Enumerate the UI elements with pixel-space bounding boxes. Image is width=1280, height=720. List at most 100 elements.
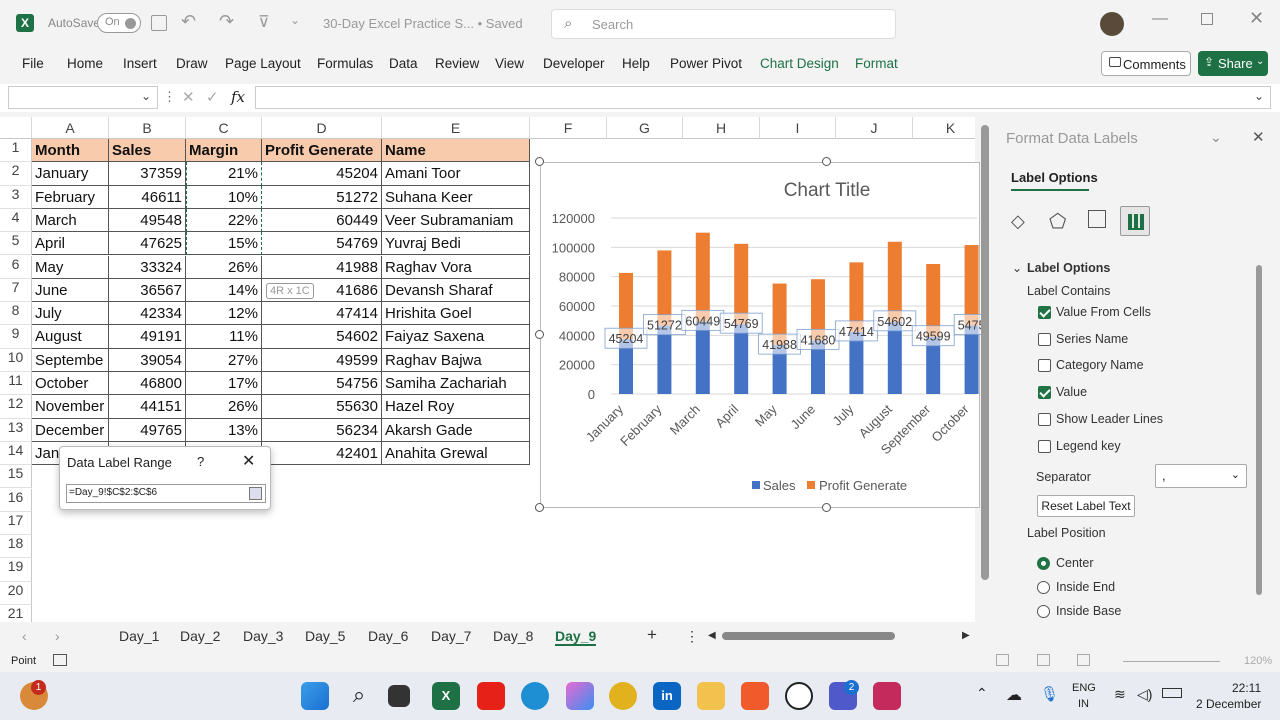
table-cell[interactable]: December	[32, 418, 109, 442]
tab-help[interactable]: Help	[622, 56, 650, 71]
row-header[interactable]: 20	[0, 581, 32, 605]
cloud-icon[interactable]: ☁	[1006, 685, 1022, 705]
tab-data[interactable]: Data	[389, 56, 418, 71]
task-view-icon[interactable]	[388, 685, 410, 707]
youtube-icon[interactable]	[477, 682, 505, 710]
scroll-left-icon[interactable]: ◀	[708, 630, 716, 641]
table-cell[interactable]: 13%	[186, 418, 262, 442]
sheet-tab-day-9[interactable]: Day_9	[555, 628, 597, 646]
label-options-icon[interactable]	[1120, 206, 1150, 236]
language-in[interactable]: IN	[1078, 698, 1089, 710]
table-cell[interactable]: Hazel Roy	[382, 395, 530, 419]
sheet-tab-day-3[interactable]: Day_3	[243, 628, 283, 644]
tab-view[interactable]: View	[495, 56, 524, 71]
next-sheet-icon[interactable]: ›	[55, 628, 60, 644]
tab-chart-design[interactable]: Chart Design	[760, 56, 839, 71]
column-header[interactable]: E	[382, 117, 530, 139]
linkedin-icon[interactable]: in	[653, 682, 681, 710]
table-cell[interactable]: 54602	[262, 325, 382, 349]
redo-icon[interactable]: ↷	[219, 11, 234, 32]
position-label[interactable]: Inside Base	[1056, 604, 1121, 618]
tab-review[interactable]: Review	[435, 56, 479, 71]
pane-scrollbar[interactable]	[1256, 265, 1262, 595]
table-cell[interactable]: Anahita Grewal	[382, 441, 530, 466]
radio-button[interactable]	[1037, 605, 1050, 618]
tab-format[interactable]: Format	[855, 56, 898, 71]
table-cell[interactable]: 51272	[262, 185, 382, 209]
macro-record-icon[interactable]	[53, 654, 67, 666]
header-cell[interactable]: Sales	[109, 139, 186, 163]
table-cell[interactable]: Devansh Sharaf	[382, 278, 530, 303]
reset-label-text-button[interactable]: Reset Label Text	[1037, 495, 1135, 517]
table-cell[interactable]: 44151	[109, 395, 186, 419]
header-cell[interactable]: Name	[382, 139, 530, 163]
chart-resize-handle[interactable]	[535, 330, 544, 339]
table-cell[interactable]: 56234	[262, 418, 382, 442]
row-header[interactable]: 1	[0, 139, 32, 163]
table-cell[interactable]: November	[32, 395, 109, 419]
option-label[interactable]: Legend key	[1056, 439, 1121, 453]
autosave-toggle[interactable]: On	[97, 13, 141, 33]
chevron-down-icon[interactable]: ⌄	[1012, 261, 1022, 275]
table-cell[interactable]: Suhana Keer	[382, 185, 530, 209]
chatgpt-icon[interactable]	[785, 682, 813, 710]
row-header[interactable]: 10	[0, 348, 32, 372]
table-cell[interactable]: 26%	[186, 395, 262, 419]
separator-select[interactable]: , ⌄	[1155, 464, 1247, 488]
chevron-down-icon[interactable]: ⌄	[1210, 129, 1222, 146]
edge-icon[interactable]	[521, 682, 549, 710]
zoom-slider[interactable]	[1123, 661, 1220, 662]
table-cell[interactable]: Veer Subramaniam	[382, 208, 530, 233]
table-cell[interactable]: 27%	[186, 348, 262, 372]
option-label[interactable]: Value From Cells	[1056, 305, 1151, 319]
snipping-tool-icon[interactable]	[873, 682, 901, 710]
row-header[interactable]: 17	[0, 511, 32, 536]
table-cell[interactable]: Hrishita Goel	[382, 302, 530, 326]
table-cell[interactable]: March	[32, 208, 109, 233]
table-cell[interactable]: 54756	[262, 372, 382, 396]
more-icon[interactable]: ⋮	[163, 89, 176, 105]
table-cell[interactable]: July	[32, 302, 109, 326]
add-sheet-icon[interactable]: +	[647, 625, 657, 645]
row-header[interactable]: 8	[0, 302, 32, 326]
page-break-icon[interactable]	[1077, 654, 1090, 666]
radio-button[interactable]	[1037, 557, 1050, 570]
search-icon[interactable]: ⌕	[345, 682, 373, 710]
table-cell[interactable]: 60449	[262, 208, 382, 233]
table-cell[interactable]: April	[32, 232, 109, 256]
tab-formulas[interactable]: Formulas	[317, 56, 373, 71]
page-layout-icon[interactable]	[1037, 654, 1050, 666]
tab-developer[interactable]: Developer	[543, 56, 605, 71]
row-header[interactable]: 12	[0, 395, 32, 419]
header-cell[interactable]: Profit Generate	[262, 139, 382, 163]
tab-home[interactable]: Home	[67, 56, 103, 71]
sheet-tab-day-6[interactable]: Day_6	[368, 628, 408, 644]
formula-input[interactable]: ⌄	[255, 86, 1271, 109]
enter-icon[interactable]: ✓	[206, 88, 219, 106]
table-cell[interactable]: 41988	[262, 255, 382, 279]
checkbox[interactable]	[1038, 359, 1051, 373]
option-label[interactable]: Category Name	[1056, 358, 1144, 372]
volume-icon[interactable]: ◁)	[1137, 686, 1152, 703]
row-header[interactable]: 4	[0, 208, 32, 233]
table-cell[interactable]: 22%	[186, 208, 262, 233]
table-cell[interactable]: 15%	[186, 232, 262, 256]
grid-vertical-scrollbar[interactable]	[981, 125, 989, 580]
chart-resize-handle[interactable]	[535, 503, 544, 512]
horizontal-scrollbar[interactable]	[722, 632, 895, 640]
table-cell[interactable]: 42401	[262, 441, 382, 466]
close-icon[interactable]: ✕	[1252, 128, 1265, 146]
row-header[interactable]: 3	[0, 185, 32, 209]
comments-button[interactable]: Comments	[1101, 51, 1191, 76]
normal-view-icon[interactable]	[996, 654, 1009, 666]
windows-start-icon[interactable]	[301, 682, 329, 710]
position-label[interactable]: Inside End	[1056, 580, 1115, 594]
column-header[interactable]: G	[607, 117, 683, 139]
range-input[interactable]: =Day_9!$C$2:$C$6	[66, 484, 266, 503]
header-cell[interactable]: Margin	[186, 139, 262, 163]
table-cell[interactable]: Akarsh Gade	[382, 418, 530, 442]
undo-icon[interactable]: ↶	[181, 11, 196, 32]
table-cell[interactable]: June	[32, 278, 109, 303]
share-button[interactable]: ⇪ Share ⌄	[1198, 51, 1268, 76]
column-header[interactable]: C	[186, 117, 262, 139]
